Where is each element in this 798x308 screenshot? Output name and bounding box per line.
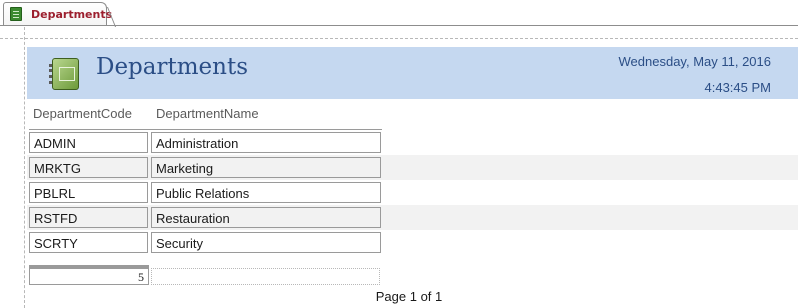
department-code-cell[interactable]: SCRTY [29, 232, 148, 253]
report-title: Departments [96, 54, 249, 80]
tab-strip-border [0, 25, 798, 26]
report-top-guide [0, 38, 798, 39]
table-row[interactable]: PBLRL Public Relations [27, 180, 798, 205]
department-code-cell[interactable]: ADMIN [29, 132, 148, 153]
document-tab-strip: Departments [0, 0, 798, 27]
table-row[interactable]: MRKTG Marketing [27, 155, 798, 180]
page-number: Page 1 of 1 [375, 289, 443, 304]
department-name-cell[interactable]: Public Relations [151, 182, 381, 203]
report-time: 4:43:45 PM [704, 80, 772, 95]
department-name-cell[interactable]: Restauration [151, 207, 381, 228]
table-row[interactable]: SCRTY Security [27, 230, 798, 255]
report-icon [10, 7, 22, 21]
department-name-cell[interactable]: Security [151, 232, 381, 253]
table-row[interactable]: ADMIN Administration [27, 130, 798, 155]
record-count[interactable]: 5 [29, 268, 149, 285]
footer-placeholder [151, 268, 380, 285]
department-code-cell[interactable]: PBLRL [29, 182, 148, 203]
report-header: Departments Wednesday, May 11, 2016 4:43… [27, 47, 798, 99]
table-row[interactable]: RSTFD Restauration [27, 205, 798, 230]
tab-label: Departments [31, 8, 113, 21]
column-header-department-name: DepartmentName [156, 106, 259, 121]
column-header-department-code: DepartmentCode [33, 106, 132, 121]
department-name-cell[interactable]: Marketing [151, 157, 381, 178]
notebook-icon [49, 58, 79, 90]
report-date: Wednesday, May 11, 2016 [618, 54, 771, 69]
department-code-cell[interactable]: MRKTG [29, 157, 148, 178]
left-margin-guide [24, 27, 25, 308]
department-code-cell[interactable]: RSTFD [29, 207, 148, 228]
tab-departments[interactable]: Departments [3, 2, 112, 26]
department-name-cell[interactable]: Administration [151, 132, 381, 153]
